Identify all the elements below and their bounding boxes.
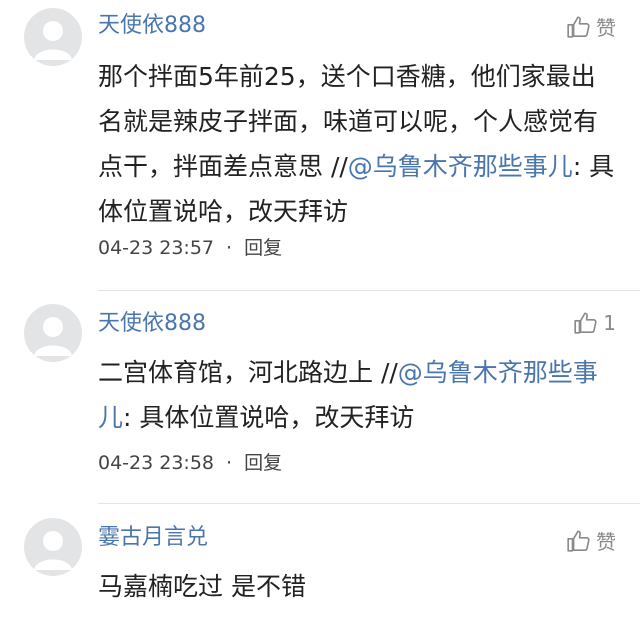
reply-button[interactable]: 回复	[244, 237, 282, 259]
avatar[interactable]	[24, 8, 82, 66]
comment-text-before: 马嘉楠吃过 是不错	[98, 572, 306, 601]
like-count: 1	[603, 311, 616, 335]
like-label: 赞	[596, 16, 616, 40]
comment-text-before: 二宫体育馆，河北路边上 //	[98, 358, 398, 387]
thumbs-up-icon	[567, 15, 590, 38]
timestamp: 04-23 23:57	[98, 237, 215, 259]
like-button[interactable]: 赞	[566, 12, 616, 41]
like-button[interactable]: 1	[573, 310, 616, 336]
comment-text-after: : 具体位置说哈，改天拜访	[123, 403, 415, 432]
mention-link[interactable]: @乌鲁木齐那些事儿	[348, 152, 573, 181]
meta-separator: ·	[226, 452, 233, 474]
meta-separator: ·	[226, 237, 233, 259]
reply-button[interactable]: 回复	[244, 452, 282, 474]
like-label: 赞	[596, 530, 616, 554]
avatar[interactable]	[24, 304, 82, 362]
comment-meta: 04-23 23:57 · 回复	[98, 235, 282, 261]
divider	[98, 290, 640, 291]
divider	[98, 503, 640, 504]
default-avatar-icon	[34, 21, 72, 60]
username[interactable]: 霎古月言兑	[98, 524, 208, 552]
username[interactable]: 天使依888	[98, 310, 206, 338]
avatar[interactable]	[24, 518, 82, 576]
comment-text: 那个拌面5年前25，送个口香糖，他们家最出名就是辣皮子拌面，味道可以呢，个人感觉…	[98, 54, 618, 234]
like-button[interactable]: 赞	[566, 526, 616, 555]
thumbs-up-icon	[574, 312, 597, 334]
timestamp: 04-23 23:58	[98, 452, 215, 474]
comment-meta: 04-23 23:58 · 回复	[98, 450, 282, 476]
comment-text: 二宫体育馆，河北路边上 //@乌鲁木齐那些事儿: 具体位置说哈，改天拜访	[98, 350, 618, 440]
comment-text: 马嘉楠吃过 是不错	[98, 564, 618, 609]
default-avatar-icon	[34, 317, 72, 356]
username[interactable]: 天使依888	[98, 12, 206, 40]
thumbs-up-icon	[567, 529, 590, 552]
default-avatar-icon	[34, 531, 72, 570]
